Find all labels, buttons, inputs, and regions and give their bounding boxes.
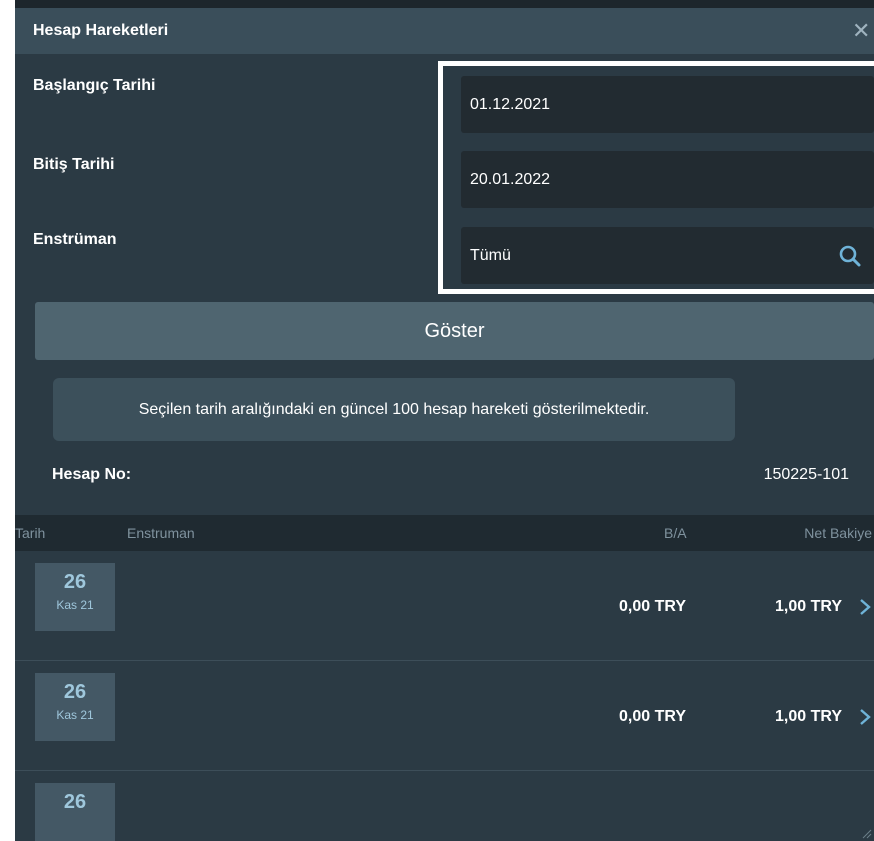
end-date-label: Bitiş Tarihi: [33, 156, 115, 173]
search-icon[interactable]: [838, 244, 862, 268]
date-day: 26: [63, 791, 87, 813]
table-row[interactable]: 26 Kas 21 0,00 TRY 1,00 TRY: [15, 661, 874, 771]
date-month: Kas 21: [56, 598, 94, 612]
table-row[interactable]: 26 Kas 21 0,00 TRY 1,00 TRY: [15, 551, 874, 661]
info-message: Seçilen tarih aralığındaki en güncel 100…: [53, 378, 735, 441]
dialog-title: Hesap Hareketleri: [33, 22, 169, 39]
date-day: 26: [63, 681, 87, 703]
show-button[interactable]: Göster: [35, 302, 874, 360]
date-month: Kas 21: [56, 708, 94, 722]
instrument-field[interactable]: Tümü: [461, 227, 874, 284]
ba-value: 0,00 TRY: [619, 598, 686, 615]
ba-value: 0,00 TRY: [619, 708, 686, 725]
account-number-label: Hesap No:: [52, 466, 132, 483]
chevron-right-icon[interactable]: [858, 597, 872, 617]
instrument-value: Tümü: [470, 247, 511, 264]
date-badge: 26: [35, 783, 115, 841]
instrument-label: Enstrüman: [33, 231, 117, 248]
end-date-value: 20.01.2022: [470, 171, 551, 188]
chevron-right-icon[interactable]: [858, 707, 872, 727]
net-balance-value: 1,00 TRY: [775, 598, 842, 615]
table-header: Tarih Enstruman B/A Net Bakiye: [15, 515, 874, 551]
date-badge: 26 Kas 21: [35, 563, 115, 631]
net-balance-value: 1,00 TRY: [775, 708, 842, 725]
date-badge: 26 Kas 21: [35, 673, 115, 741]
resize-grip-icon[interactable]: [860, 827, 872, 839]
start-date-label: Başlangıç Tarihi: [33, 77, 156, 94]
start-date-field[interactable]: 01.12.2021: [461, 76, 874, 133]
start-date-value: 01.12.2021: [470, 96, 551, 113]
close-icon[interactable]: ✕: [852, 20, 874, 42]
top-strip: [15, 0, 874, 8]
account-number-value: 150225-101: [763, 466, 849, 483]
date-day: 26: [63, 571, 87, 593]
header-net-balance: Net Bakiye: [804, 525, 872, 541]
end-date-field[interactable]: 20.01.2022: [461, 151, 874, 208]
header-instrument: Enstruman: [127, 525, 195, 541]
title-bar: Hesap Hareketleri ✕: [15, 8, 874, 54]
table-row[interactable]: 26: [15, 771, 874, 841]
header-date: Tarih: [15, 525, 46, 541]
account-transactions-dialog: Hesap Hareketleri ✕ Başlangıç Tarihi Bit…: [15, 0, 874, 841]
header-ba: B/A: [664, 525, 687, 541]
